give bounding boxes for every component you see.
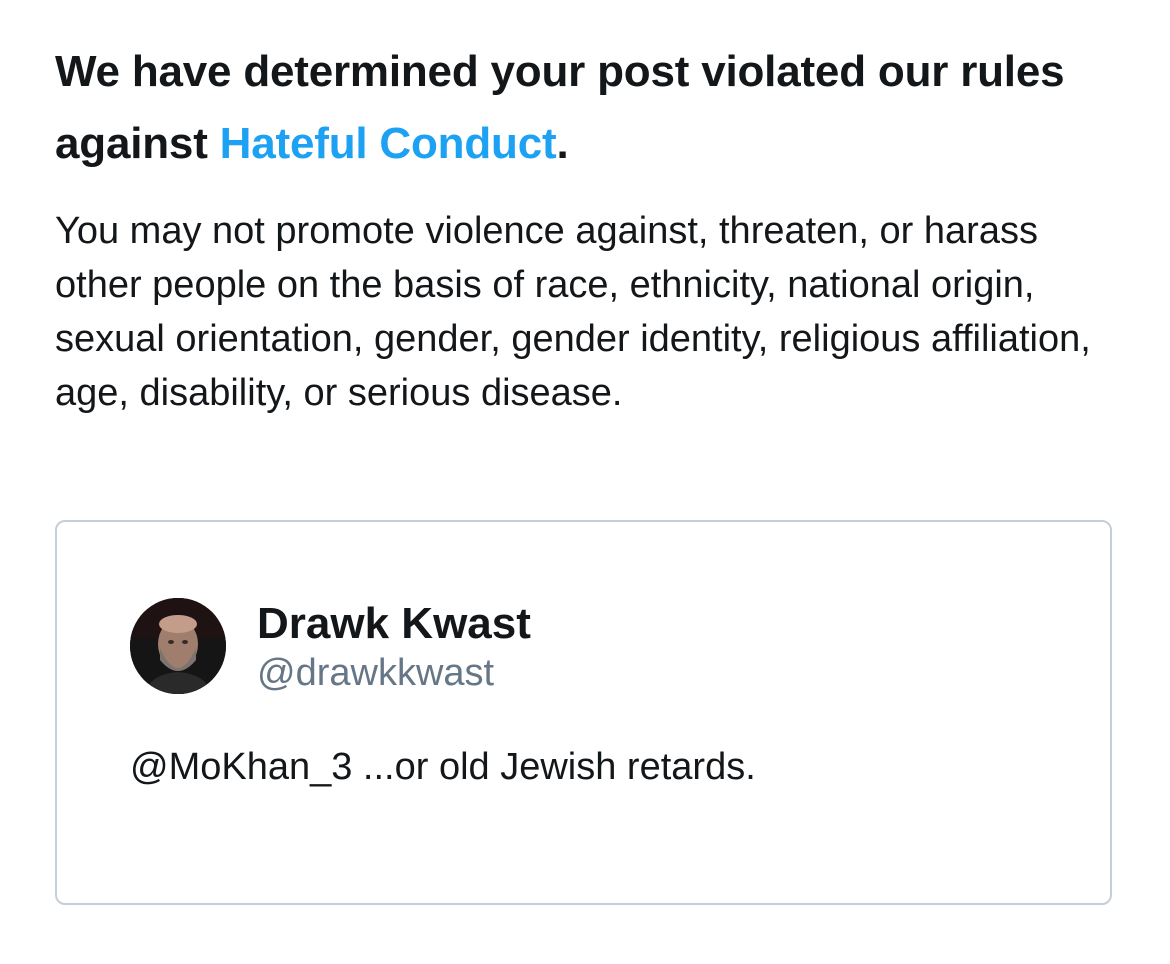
user-avatar [130,598,226,694]
avatar-photo-icon [130,598,226,694]
reported-tweet-card: Drawk Kwast @drawkkwast @MoKhan_3 ...or … [55,520,1112,905]
heading-suffix: . [556,119,569,168]
hateful-conduct-link[interactable]: Hateful Conduct [220,119,557,168]
user-handle[interactable]: @drawkkwast [257,650,494,696]
tweet-text: @MoKhan_3 ...or old Jewish retards. [130,746,756,788]
violation-heading: We have determined your post violated ou… [55,36,1115,180]
rule-description: You may not promote violence against, th… [55,210,1091,414]
display-name[interactable]: Drawk Kwast [257,598,531,650]
violation-notice: We have determined your post violated ou… [55,36,1115,414]
